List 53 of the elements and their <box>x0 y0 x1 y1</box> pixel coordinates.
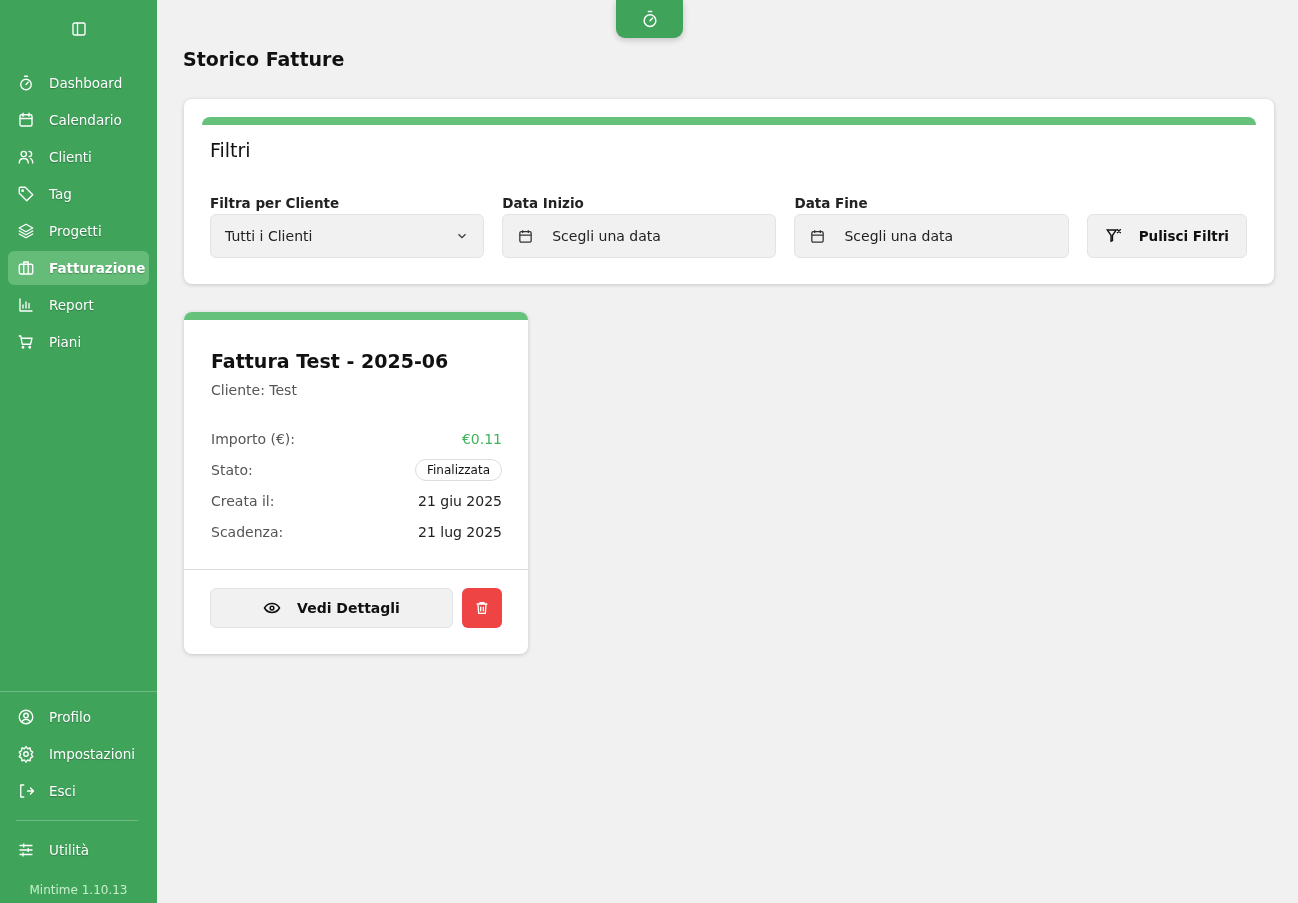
gear-icon <box>17 745 35 763</box>
calendar-icon <box>17 111 35 129</box>
users-icon <box>17 148 35 166</box>
nav-item[interactable]: Impostazioni <box>8 737 149 771</box>
clear-filters-button[interactable]: Pulisci Filtri <box>1086 214 1247 258</box>
nav-item[interactable]: Dashboard <box>8 66 149 100</box>
invoice-client: Cliente: Test <box>211 382 298 398</box>
calendar-icon <box>809 227 827 245</box>
sidebar-toggle-icon[interactable] <box>69 20 88 38</box>
version-label: Mintime 1.10.13 <box>28 882 129 899</box>
chart-icon <box>17 296 35 314</box>
nav-item[interactable]: Fatturazione <box>8 251 149 285</box>
field-label: Data Inizio <box>502 195 585 211</box>
nav-item[interactable]: Clienti <box>8 140 149 174</box>
tag-icon <box>17 185 35 203</box>
nav-item[interactable]: Report <box>8 288 149 322</box>
invoice-amount: €0.11 <box>461 431 502 447</box>
date-field[interactable]: Scegli una data <box>794 214 1069 258</box>
invoice-date: 21 lug 2025 <box>418 524 502 540</box>
delete-button[interactable] <box>462 588 502 628</box>
sliders-icon <box>17 841 35 859</box>
filter-title: Filtri <box>209 138 252 161</box>
trash-icon <box>474 600 490 616</box>
nav-item[interactable]: Calendario <box>8 103 149 137</box>
details-button[interactable]: Vedi Dettagli <box>210 588 453 628</box>
placeholder: Scegli una data <box>552 228 661 244</box>
field-label: Data Fine <box>794 195 869 211</box>
user-circle-icon <box>17 708 35 726</box>
layers-icon <box>17 222 35 240</box>
cart-icon <box>17 333 35 351</box>
field-label: Importo (€): <box>211 431 296 447</box>
client-dropdown[interactable]: Tutti i Clienti <box>210 214 485 258</box>
nav-item[interactable]: Utilità <box>8 833 149 867</box>
field-label: Creata il: <box>211 493 275 509</box>
stopwatch-icon <box>17 74 35 92</box>
page-title: Storico Fatture <box>183 48 345 70</box>
nav-item[interactable]: Piani <box>8 325 149 359</box>
invoice-title: Fattura Test - 2025-06 <box>211 350 450 372</box>
nav-item[interactable]: Profilo <box>8 700 149 734</box>
nav-item[interactable]: Esci <box>8 774 149 808</box>
logout-icon <box>17 782 35 800</box>
briefcase-icon <box>17 259 35 277</box>
field-label: Scadenza: <box>211 524 284 540</box>
filter-clear-icon <box>1104 227 1123 245</box>
calendar-icon <box>517 227 535 245</box>
timer-tab[interactable] <box>616 0 683 38</box>
invoice-date: 21 giu 2025 <box>418 493 502 509</box>
field-label: Filtra per Cliente <box>210 195 341 211</box>
date-field[interactable]: Scegli una data <box>502 214 777 258</box>
nav-item[interactable]: Tag <box>8 177 149 211</box>
nav-item[interactable]: Progetti <box>8 214 149 248</box>
field-label: Stato: <box>211 462 253 478</box>
placeholder: Scegli una data <box>844 228 954 244</box>
